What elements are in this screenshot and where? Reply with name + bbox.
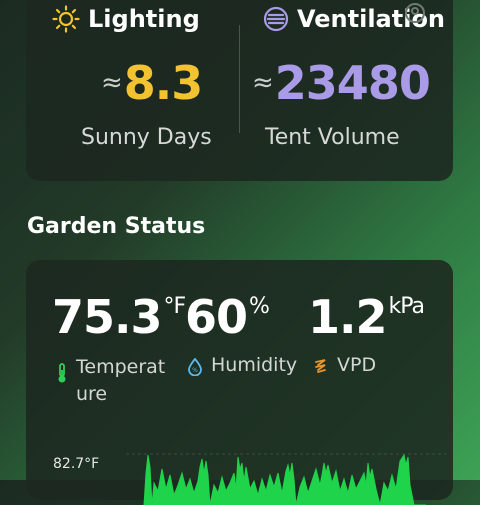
chart-max-label: 82.7°F (53, 456, 100, 472)
metric-divider (239, 25, 240, 133)
vpd-value: 1.2 (308, 290, 387, 344)
legend-humidity[interactable]: % Humidity (187, 354, 297, 376)
ventilation-label: Tent Volume (265, 125, 400, 150)
vpd-unit: kPa (388, 294, 425, 319)
approx-symbol: ≈ (252, 68, 274, 98)
temperature-reading: 75.3°F (52, 290, 187, 344)
ventilation-number: 23480 (274, 56, 431, 110)
garden-status-card: 75.3°F 60% 1.2kPa Temperature % Humidity… (26, 260, 453, 505)
section-title: Garden Status (27, 214, 206, 239)
legend-vpd[interactable]: VPD (313, 354, 376, 376)
vent-icon (263, 6, 289, 32)
vpd-reading: 1.2kPa (308, 290, 425, 344)
humidity-value: 60 (185, 290, 248, 344)
legend-temperature[interactable]: Temperature (56, 354, 166, 408)
sun-icon (52, 5, 80, 33)
ventilation-value: ≈23480 (252, 56, 431, 110)
lighting-header: Lighting (52, 4, 200, 34)
legend-vpd-label: VPD (337, 354, 377, 376)
temperature-chart (126, 453, 446, 505)
approx-symbol: ≈ (101, 68, 123, 98)
temperature-value: 75.3 (52, 290, 162, 344)
legend-humidity-label: Humidity (211, 354, 298, 376)
legend-temperature-label: Temperature (76, 356, 166, 405)
lighting-value: ≈8.3 (101, 56, 203, 110)
humidity-reading: 60% (185, 290, 270, 344)
lighting-title: Lighting (88, 5, 200, 33)
lighting-label: Sunny Days (81, 125, 212, 150)
wave-icon (315, 359, 326, 373)
droplet-icon: % (188, 358, 202, 376)
temperature-unit: °F (163, 294, 187, 319)
chart-area (143, 453, 426, 505)
info-icon[interactable] (404, 2, 426, 24)
lighting-number: 8.3 (123, 56, 203, 110)
humidity-unit: % (249, 294, 270, 319)
thermometer-icon (58, 363, 66, 383)
svg-text:%: % (192, 367, 198, 374)
top-metrics-card: Lighting Ventilation ≈8.3 ≈23480 Sunny D… (26, 0, 453, 181)
